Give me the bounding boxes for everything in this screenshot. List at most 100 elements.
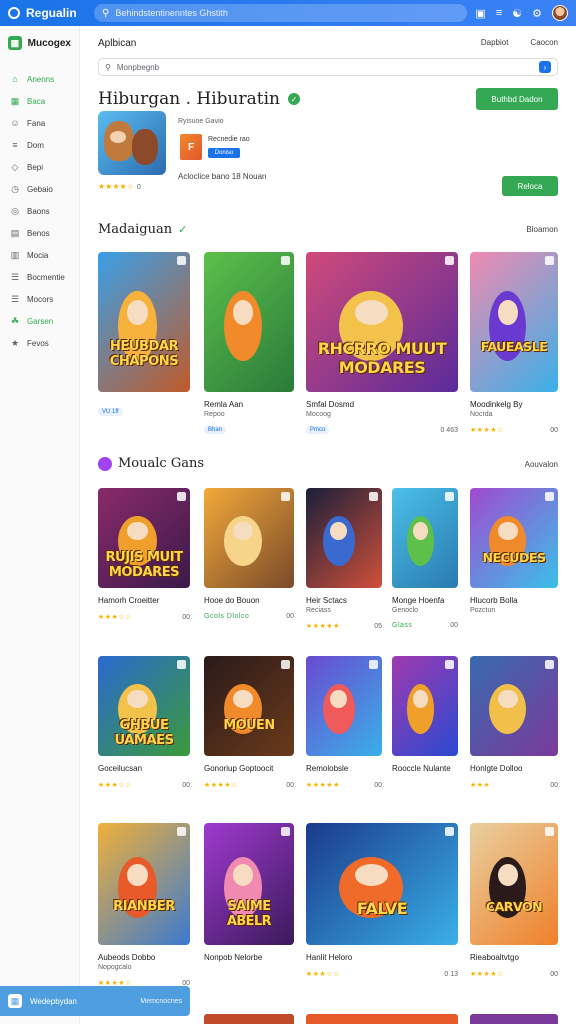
- app-card[interactable]: NECUDES Hlucorb Bolla Pozctun: [470, 488, 558, 622]
- app-thumbnail[interactable]: FAUEASLE: [470, 252, 558, 392]
- app-thumbnail[interactable]: [306, 656, 382, 756]
- app-name[interactable]: Goceilucsan: [98, 764, 190, 773]
- sidebar-item[interactable]: ◎ Baons: [0, 200, 79, 222]
- app-name[interactable]: Hamorh Croeitter: [98, 596, 190, 605]
- app-thumbnail[interactable]: RUJIS MUIT MODARES: [98, 488, 190, 588]
- app-name[interactable]: Rieaboaltvtgo: [470, 953, 558, 962]
- app-thumbnail[interactable]: [204, 488, 294, 588]
- hero-app-icon[interactable]: F: [180, 134, 202, 160]
- app-name[interactable]: Moodinkelg By: [470, 400, 558, 409]
- app-thumbnail[interactable]: [392, 656, 458, 756]
- app-thumbnail[interactable]: GHBUE UAMAES: [98, 656, 190, 756]
- app-thumbnail[interactable]: SAIME ABELR: [204, 823, 294, 945]
- header-link-2[interactable]: Caocon: [530, 38, 558, 49]
- chevron-down-icon[interactable]: ✓: [178, 223, 187, 236]
- app-name[interactable]: Hooe do Bouon: [204, 596, 294, 605]
- app-thumbnail[interactable]: RHCRRO MUUT MODARES: [306, 252, 458, 392]
- app-name[interactable]: Nonpob Nelorbe: [204, 953, 294, 962]
- app-name[interactable]: Aubeods Dobbo: [98, 953, 190, 962]
- app-thumbnail[interactable]: CARVON: [470, 823, 558, 945]
- app-card[interactable]: Monge Hoenfa Genoclo Glass 00: [392, 488, 458, 629]
- header-link-1[interactable]: Dapbiot: [481, 38, 509, 49]
- sidebar-item[interactable]: ★ Fevos: [0, 332, 79, 354]
- app-card[interactable]: RUJIS MUIT MODARES Hamorh Croeitter ★★★☆☆ 0…: [98, 488, 190, 621]
- sidebar-item[interactable]: ◇ Bepi: [0, 156, 79, 178]
- app-thumbnail[interactable]: RIANBER: [98, 823, 190, 945]
- header-links: Dapbiot Caocon: [481, 38, 558, 49]
- app-thumbnail[interactable]: [392, 488, 458, 588]
- sidebar-item[interactable]: ☰ Bocmentie: [0, 266, 79, 288]
- sidebar-item[interactable]: ▤ Benos: [0, 222, 79, 244]
- app-cover-title: GHBUE UAMAES: [114, 718, 174, 748]
- app-card[interactable]: Remla Aan Repoo Bhan: [204, 252, 294, 434]
- app-name[interactable]: Smfal Dosmd: [306, 400, 458, 409]
- avatar[interactable]: [552, 5, 568, 21]
- install-button[interactable]: Buthbd Dadon: [476, 88, 558, 110]
- app-card[interactable]: Remolobsle ★★★★★ 00: [306, 656, 382, 789]
- app-name[interactable]: Rooccle Nulante: [392, 764, 458, 773]
- app-thumbnail[interactable]: FALVE: [306, 823, 458, 945]
- app-card[interactable]: GHBUE UAMAES Goceilucsan ★★★☆☆ 00: [98, 656, 190, 789]
- app-card[interactable]: CARVON Rieaboaltvtgo ★★★★☆ 00: [470, 823, 558, 978]
- search-field[interactable]: ⚲ Monpbegnb ›: [98, 58, 558, 76]
- sidebar-item[interactable]: ☺ Fana: [0, 112, 79, 134]
- app-card[interactable]: FALVE Hanlit Heloro ★★★☆☆ 0 13: [306, 823, 458, 978]
- section-link-1[interactable]: Bloamon: [526, 225, 558, 234]
- badge-icon: [445, 827, 454, 836]
- sidebar-title[interactable]: ▦ Mucogex: [0, 36, 79, 50]
- app-developer: Repoo: [204, 411, 225, 418]
- app-name[interactable]: Gonoriup Goptoocit: [204, 764, 294, 773]
- app-thumbnail[interactable]: NECUDES: [470, 488, 558, 588]
- app-card[interactable]: RIANBER Aubeods Dobbo Nopogcalo ★★★★☆ 00: [98, 823, 190, 987]
- hero-image[interactable]: [98, 111, 166, 175]
- sidebar-item[interactable]: ⌂ Anenns: [0, 68, 79, 90]
- app-card[interactable]: RHCRRO MUUT MODARES Smfal Dosmd Mocoog Pmco…: [306, 252, 458, 434]
- app-card[interactable]: Rooccle Nulante: [392, 656, 458, 781]
- get-button[interactable]: Reloca: [502, 176, 558, 196]
- app-card[interactable]: Hooe do Bouon Gcols Dlolco 00: [204, 488, 294, 620]
- sidebar-item[interactable]: ☘ Garsen: [0, 310, 79, 332]
- app-rating-count: 05: [374, 622, 382, 630]
- app-cover-title: NECUDES: [482, 550, 546, 565]
- app-developer: Nopogcalo: [98, 964, 132, 971]
- app-card[interactable]: HEUBDAR CHAPONS VU 1ff: [98, 252, 190, 416]
- app-name[interactable]: Hanlit Heloro: [306, 953, 458, 962]
- search-submit-icon[interactable]: ›: [539, 61, 551, 73]
- hero-developer[interactable]: Recnedie rao: [208, 136, 250, 143]
- app-thumbnail[interactable]: HEUBDAR CHAPONS: [98, 252, 190, 392]
- app-card[interactable]: FAUEASLE Moodinkelg By Nocrda ★★★★☆ 00: [470, 252, 558, 434]
- sidebar-item[interactable]: ≡ Dom: [0, 134, 79, 156]
- sidebar-item[interactable]: ◷ Gebaio: [0, 178, 79, 200]
- menu-icon[interactable]: ≡: [496, 7, 502, 19]
- search-input[interactable]: Monpbegnb: [117, 63, 159, 72]
- app-name[interactable]: Hlucorb Bolla: [470, 596, 558, 605]
- app-card[interactable]: Heir Sctacs Reciass ★★★★★ 05: [306, 488, 382, 630]
- app-name[interactable]: Remolobsle: [306, 764, 382, 773]
- brand[interactable]: Regualin: [8, 6, 86, 20]
- app-meta: Bhan: [204, 426, 294, 434]
- app-name[interactable]: Remla Aan: [204, 400, 294, 409]
- app-card[interactable]: SAIME ABELR Nonpob Nelorbe: [204, 823, 294, 970]
- app-thumbnail[interactable]: [204, 252, 294, 392]
- app-name[interactable]: Heir Sctacs: [306, 596, 382, 605]
- sidebar-item-label: Garsen: [27, 316, 54, 326]
- app-cover-title: HEUBDAR CHAPONS: [109, 338, 179, 369]
- app-thumbnail[interactable]: [470, 656, 558, 756]
- sidebar-item[interactable]: ☰ Mocors: [0, 288, 79, 310]
- app-card[interactable]: Honlgte Dolloo ★★★ 00: [470, 656, 558, 789]
- sidebar-item[interactable]: ▥ Mocia: [0, 244, 79, 266]
- app-card[interactable]: MOUEN Gonoriup Goptoocit ★★★★☆ 00: [204, 656, 294, 789]
- help-icon[interactable]: ☯: [512, 7, 522, 20]
- section-link-2[interactable]: Aouvalon: [525, 460, 558, 469]
- app-meta: VU 1ff: [98, 408, 190, 416]
- settings-icon[interactable]: ⚙: [532, 7, 542, 20]
- sidebar-item[interactable]: ▦ Baca: [0, 90, 79, 112]
- bookmark-icon[interactable]: ▣: [475, 7, 485, 20]
- app-name[interactable]: Monge Hoenfa: [392, 596, 458, 605]
- address-bar[interactable]: ⚲ Behindstentinenntes Ghstith: [94, 4, 468, 22]
- bottom-toast[interactable]: ▦ Wedepbydan Memcnocnes: [0, 986, 190, 1016]
- app-name[interactable]: Honlgte Dolloo: [470, 764, 558, 773]
- app-cover-title: RHCRRO MUUT MODARES: [317, 338, 447, 377]
- app-thumbnail[interactable]: MOUEN: [204, 656, 294, 756]
- app-thumbnail[interactable]: [306, 488, 382, 588]
